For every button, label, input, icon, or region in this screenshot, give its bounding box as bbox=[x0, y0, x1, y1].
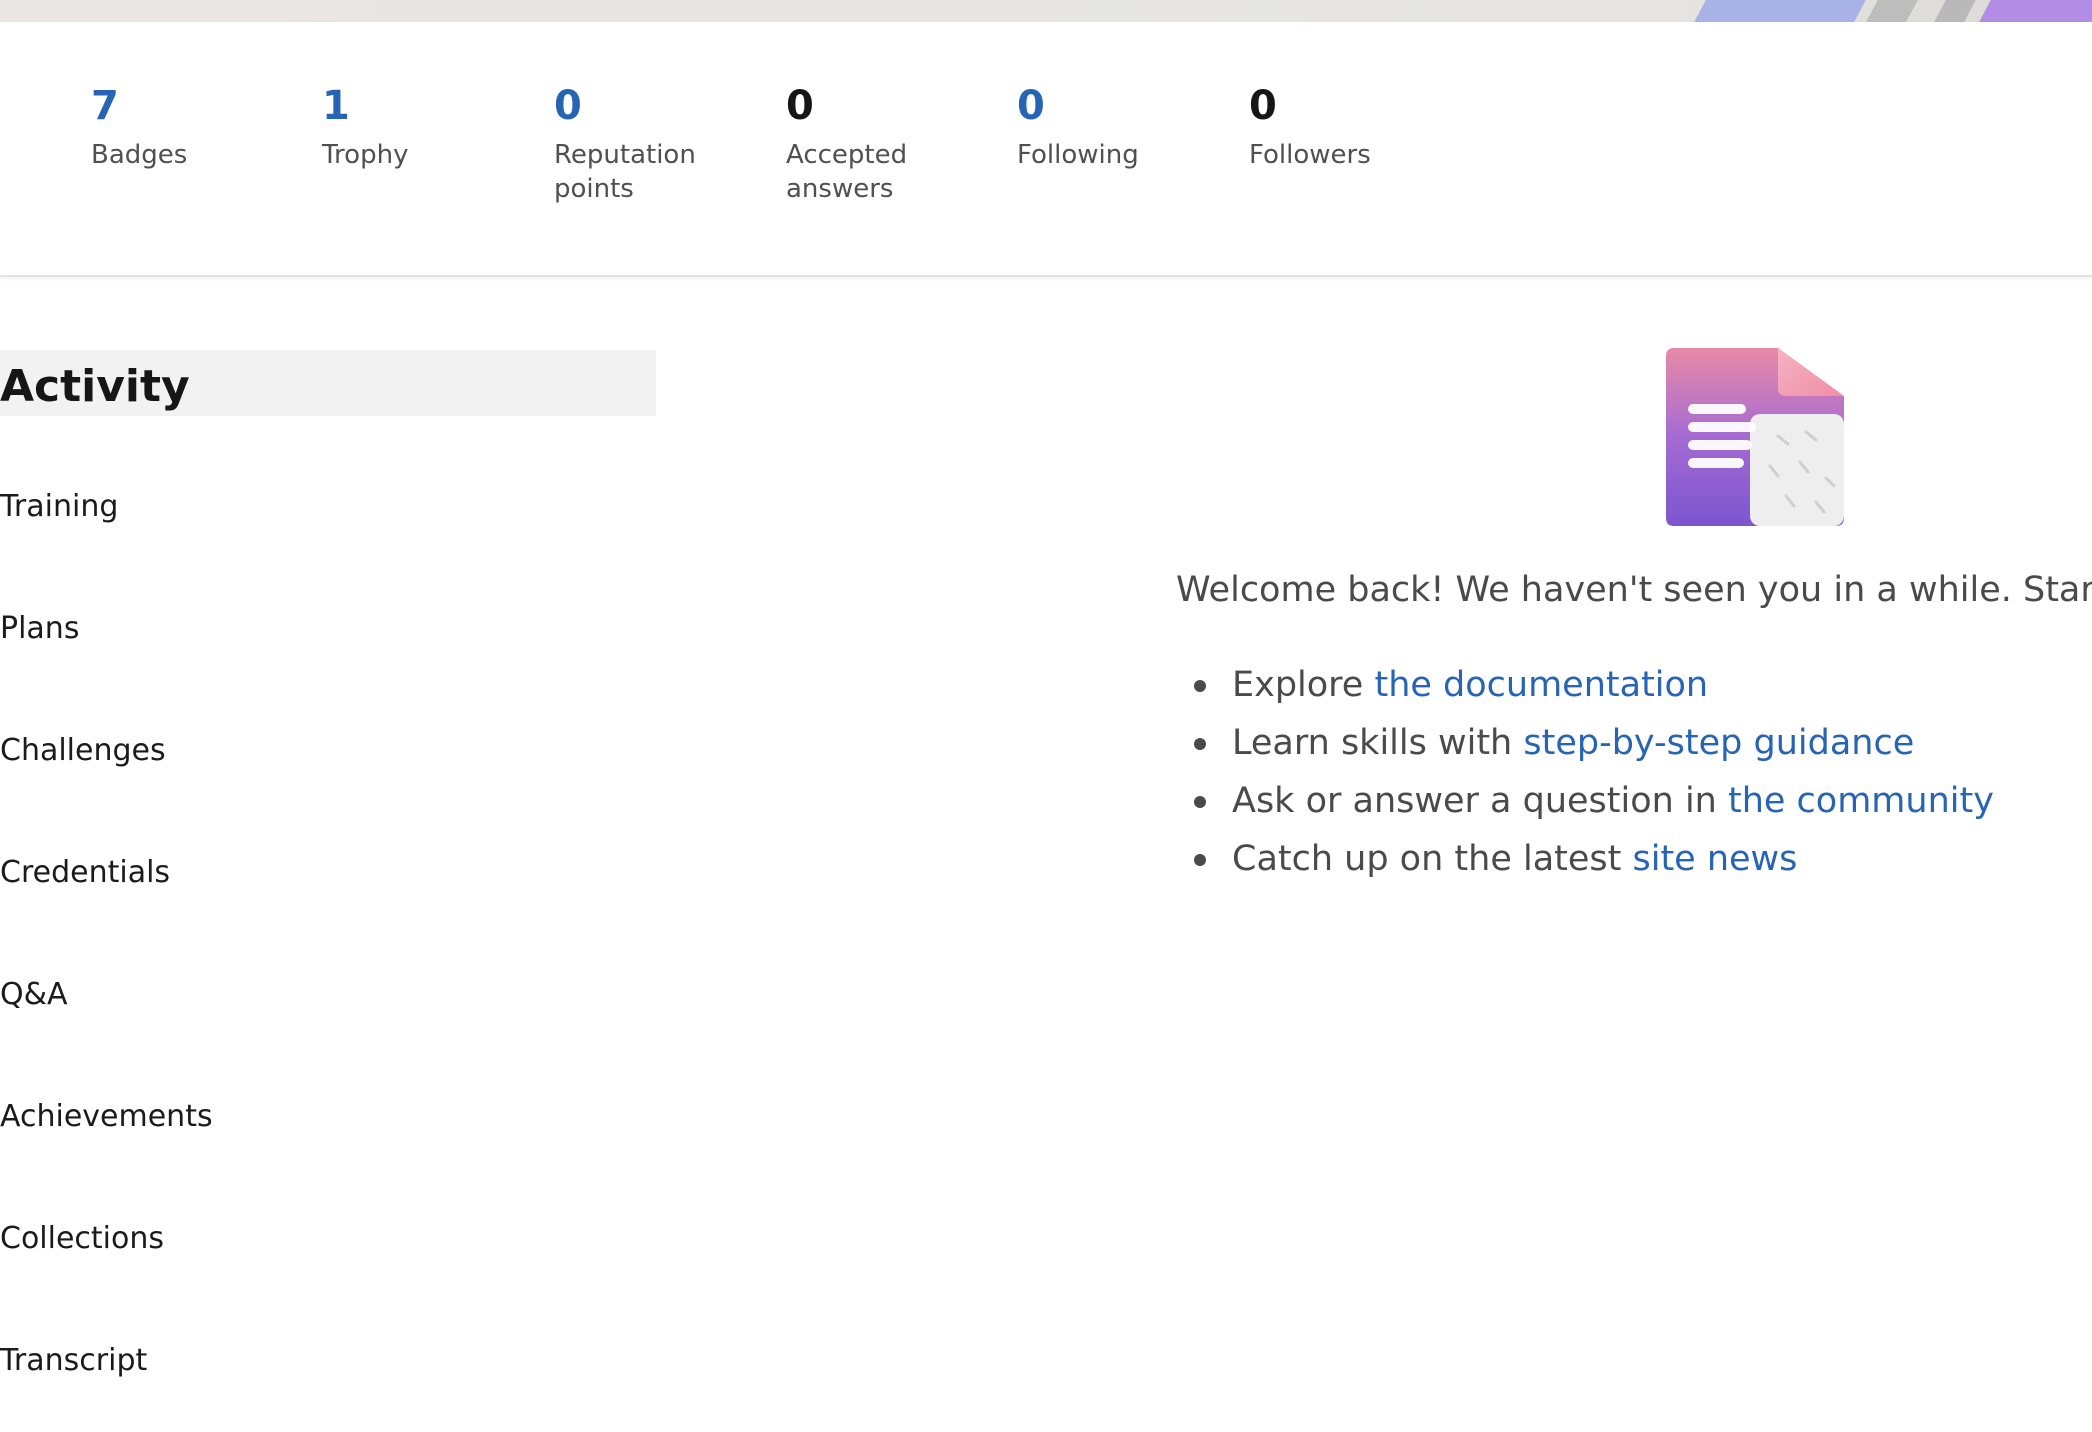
nav-item-transcript[interactable]: Transcript bbox=[0, 1341, 147, 1381]
banner-stripe bbox=[1866, 0, 1918, 22]
stat-label: Trophy bbox=[322, 140, 409, 170]
bullet-prefix: Explore bbox=[1232, 665, 1375, 705]
nav-item-collections[interactable]: Collections bbox=[0, 1219, 164, 1259]
bullet-prefix: Catch up on the latest bbox=[1232, 839, 1633, 879]
banner-stripe bbox=[1694, 0, 1866, 22]
stat-following[interactable]: 0 Following bbox=[1017, 82, 1217, 172]
profile-banner bbox=[0, 0, 2092, 22]
welcome-links-list: Explore the documentation Learn skills w… bbox=[1190, 661, 1994, 893]
nav-item-qna[interactable]: Q&A bbox=[0, 975, 68, 1015]
stat-label: Badges bbox=[91, 140, 188, 170]
nav-item-achievements[interactable]: Achievements bbox=[0, 1097, 213, 1137]
stat-reputation-points[interactable]: 0 Reputation points bbox=[554, 82, 704, 206]
nav-item-plans[interactable]: Plans bbox=[0, 609, 79, 649]
bullet-dot bbox=[1194, 738, 1206, 750]
stat-value: 0 bbox=[1249, 83, 1277, 129]
bullet-dot bbox=[1194, 854, 1206, 866]
link-site-news[interactable]: site news bbox=[1632, 839, 1797, 879]
stat-label: Followers bbox=[1249, 140, 1371, 170]
stat-value: 1 bbox=[322, 83, 350, 129]
stat-label: Accepted answers bbox=[786, 140, 908, 204]
nav-item-challenges[interactable]: Challenges bbox=[0, 731, 166, 771]
activity-nav: Activity Training Plans Challenges Crede… bbox=[0, 350, 656, 1378]
stat-value: 7 bbox=[91, 83, 119, 129]
bullet-prefix: Ask or answer a question in bbox=[1232, 781, 1728, 821]
bullet-dot bbox=[1194, 796, 1206, 808]
stat-trophy[interactable]: 1 Trophy bbox=[322, 82, 522, 172]
stat-value: 0 bbox=[786, 83, 814, 129]
stat-label: Reputation points bbox=[554, 140, 696, 204]
stat-value: 0 bbox=[554, 83, 582, 129]
banner-stripe bbox=[1934, 0, 1976, 22]
list-item: Learn skills with step-by-step guidance bbox=[1190, 719, 1994, 777]
bullet-prefix: Learn skills with bbox=[1232, 723, 1524, 763]
stat-value: 0 bbox=[1017, 83, 1045, 129]
link-documentation[interactable]: the documentation bbox=[1374, 665, 1708, 705]
stat-label: Following bbox=[1017, 140, 1139, 170]
stat-followers: 0 Followers bbox=[1249, 82, 1449, 172]
profile-stats: 7 Badges 1 Trophy 0 Reputation points 0 … bbox=[0, 22, 2092, 277]
bullet-dot bbox=[1194, 680, 1206, 692]
nav-item-credentials[interactable]: Credentials bbox=[0, 853, 170, 893]
welcome-message: Welcome back! We haven't seen you in a w… bbox=[1176, 570, 2092, 610]
stat-badges[interactable]: 7 Badges bbox=[91, 82, 291, 172]
nav-item-training[interactable]: Training bbox=[0, 487, 118, 527]
list-item: Ask or answer a question in the communit… bbox=[1190, 777, 1994, 835]
list-item: Explore the documentation bbox=[1190, 661, 1994, 719]
stat-accepted-answers: 0 Accepted answers bbox=[786, 82, 936, 206]
link-step-by-step-guidance[interactable]: step-by-step guidance bbox=[1523, 723, 1914, 763]
banner-stripe bbox=[1979, 0, 2092, 22]
list-item: Catch up on the latest site news bbox=[1190, 835, 1994, 893]
link-community[interactable]: the community bbox=[1728, 781, 1994, 821]
activity-heading: Activity bbox=[0, 350, 656, 416]
document-illustration-icon bbox=[1666, 348, 1844, 526]
